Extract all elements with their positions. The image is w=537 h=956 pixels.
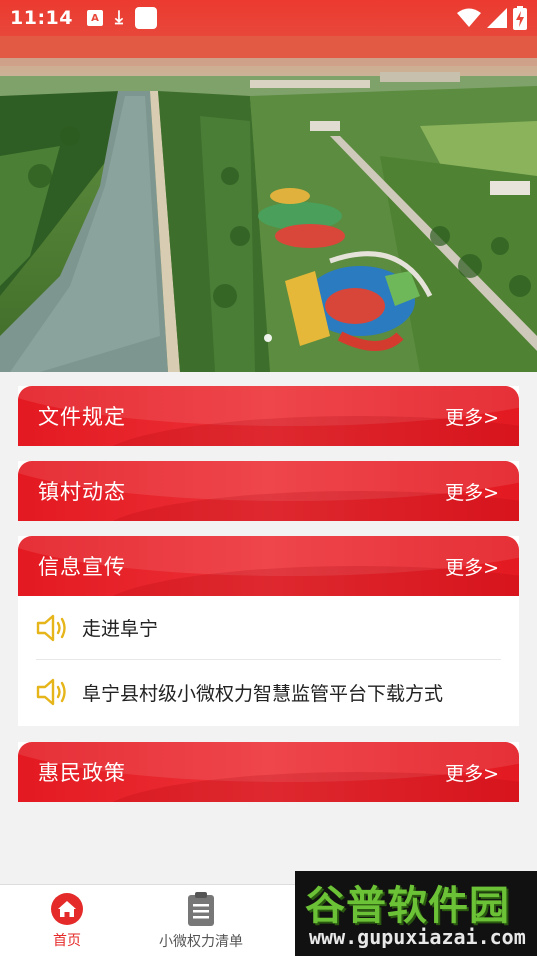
list-item[interactable]: 走进阜宁 — [36, 596, 501, 660]
signal-icon — [487, 8, 507, 28]
section-file-regulations: 文件规定 更多> — [18, 386, 519, 446]
watermark-url-text: www.gupuxiazai.com — [309, 925, 526, 949]
more-link[interactable]: 更多> — [445, 553, 499, 580]
nav-item-power-list[interactable]: 小微权力清单 — [134, 885, 268, 956]
nav-label: 首页 — [53, 932, 81, 949]
more-link[interactable]: 更多> — [445, 403, 499, 430]
section-info-promotion: 信息宣传 更多> 走进阜宁 阜宁县村级小微权力智慧监管平台下载方式 — [18, 536, 519, 726]
section-header: 信息宣传 更多> — [18, 536, 519, 596]
speaker-icon — [36, 678, 66, 706]
home-icon — [51, 892, 83, 925]
status-icons-left: A ⤓ — [86, 7, 157, 29]
status-bar: 11:14 A ⤓ — [0, 0, 537, 36]
list-item[interactable]: 阜宁县村级小微权力智慧监管平台下载方式 — [36, 660, 501, 724]
clipboard-icon — [188, 891, 214, 926]
banner-carousel[interactable] — [0, 36, 537, 372]
battery-charging-icon — [513, 6, 527, 30]
section-town-village-news: 镇村动态 更多> — [18, 461, 519, 521]
status-time: 11:14 — [10, 7, 73, 29]
section-title: 惠民政策 — [38, 761, 126, 785]
speaker-icon — [36, 614, 66, 641]
more-link[interactable]: 更多> — [445, 478, 499, 505]
info-list: 走进阜宁 阜宁县村级小微权力智慧监管平台下载方式 — [18, 596, 519, 724]
list-item-text: 阜宁县村级小微权力智慧监管平台下载方式 — [82, 682, 444, 705]
banner-aerial-photo — [0, 36, 537, 372]
more-link[interactable]: 更多> — [445, 759, 499, 786]
a-box-icon: A — [86, 10, 103, 26]
section-header: 镇村动态 更多> — [18, 461, 519, 521]
section-header: 文件规定 更多> — [18, 386, 519, 446]
section-title: 文件规定 — [38, 405, 126, 429]
section-title: 信息宣传 — [38, 555, 126, 579]
square-icon — [134, 7, 157, 29]
watermark-cn-text: 谷普软件园 — [305, 883, 510, 929]
wifi-icon — [457, 8, 481, 27]
list-item-text: 走进阜宁 — [82, 618, 159, 640]
status-icons-right — [457, 6, 527, 30]
section-benefit-policies: 惠民政策 更多> — [18, 742, 519, 802]
carousel-indicator-dot[interactable] — [264, 334, 272, 342]
watermark-logo: 谷普软件园 www.gupuxiazai.com — [295, 871, 537, 956]
section-title: 镇村动态 — [38, 480, 126, 504]
section-header: 惠民政策 更多> — [18, 742, 519, 802]
download-icon: ⤓ — [114, 7, 123, 28]
nav-item-home[interactable]: 首页 — [0, 885, 134, 956]
nav-label: 小微权力清单 — [159, 933, 243, 950]
